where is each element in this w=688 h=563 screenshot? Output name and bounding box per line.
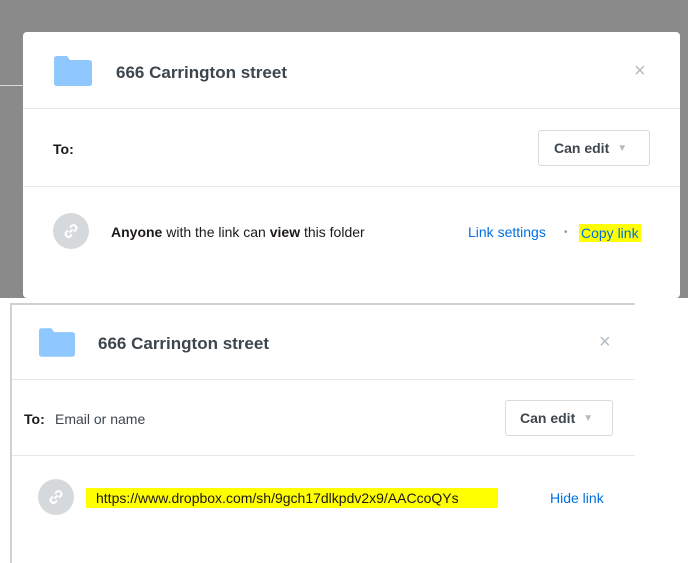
copy-link-button[interactable]: Copy link [579, 224, 641, 242]
link-settings-link[interactable]: Link settings [468, 224, 546, 240]
folder-icon [54, 56, 92, 86]
chevron-down-icon: ▼ [583, 412, 594, 424]
dialog-title: 666 Carrington street [116, 63, 287, 82]
recipient-row: To: Can edit ▼ [23, 109, 680, 187]
chevron-down-icon: ▼ [617, 142, 628, 154]
dialog-header: 666 Carrington street × [23, 32, 680, 109]
link-permission-text: Anyone with the link can view this folde… [111, 224, 365, 240]
to-label: To: [53, 141, 74, 157]
share-dialog-top: 666 Carrington street × To: Can edit ▼ A… [23, 32, 680, 298]
dialog-header: 666 Carrington street × [12, 305, 635, 380]
close-icon[interactable]: × [634, 61, 646, 81]
close-icon[interactable]: × [599, 332, 611, 352]
permission-dropdown[interactable]: Can edit ▼ [538, 130, 650, 166]
permission-dropdown[interactable]: Can edit ▼ [505, 400, 613, 436]
recipient-input[interactable]: Email or name [55, 411, 145, 427]
link-icon [53, 213, 89, 249]
dialog-title: 666 Carrington street [98, 334, 269, 353]
folder-icon [39, 328, 75, 357]
share-url-field[interactable]: https://www.dropbox.com/sh/9gch17dlkpdv2… [86, 488, 498, 508]
link-icon [38, 479, 74, 515]
to-label: To: [24, 411, 45, 427]
recipient-row: To: Email or name Can edit ▼ [12, 380, 635, 456]
background-page-strip [0, 85, 23, 86]
separator-dot: • [564, 227, 568, 238]
permission-label: Can edit [554, 140, 610, 156]
permission-label: Can edit [520, 410, 576, 426]
share-dialog-bottom: 666 Carrington street × To: Email or nam… [10, 303, 635, 563]
hide-link-button[interactable]: Hide link [550, 490, 604, 506]
